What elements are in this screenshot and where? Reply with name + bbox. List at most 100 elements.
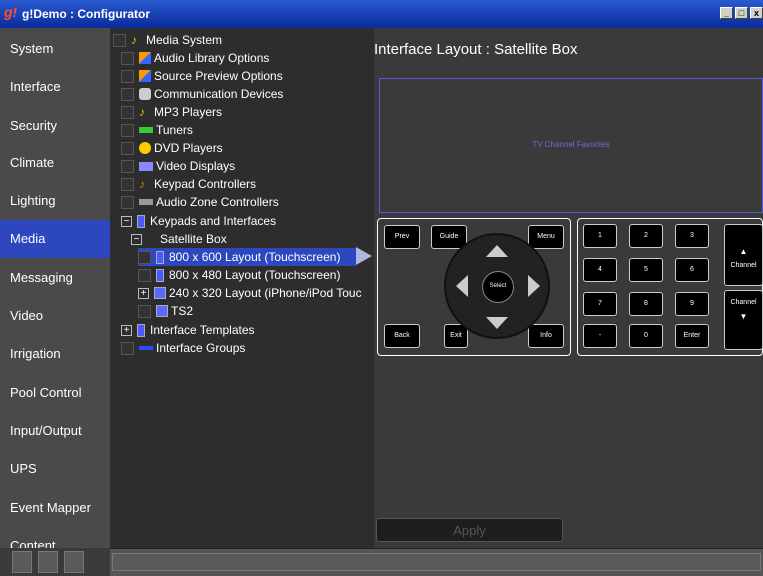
sidebar-item-interface[interactable]: Interface xyxy=(0,68,110,106)
checkbox[interactable] xyxy=(138,268,151,282)
tree-item-satellite-box[interactable]: − Satellite Box xyxy=(131,230,227,248)
sidebar-item-lighting[interactable]: Lighting xyxy=(0,182,110,220)
left-arrow-icon[interactable] xyxy=(456,275,468,297)
tree-item-800x480-layout[interactable]: 800 x 480 Layout (Touchscreen) xyxy=(138,266,340,284)
up-arrow-icon: ▲ xyxy=(739,247,748,256)
tree-item-dvd-players[interactable]: DVD Players xyxy=(121,139,223,157)
key-8[interactable]: 8 xyxy=(629,292,663,316)
checkbox[interactable] xyxy=(121,177,134,191)
tree-item-audio-zone-controllers[interactable]: Audio Zone Controllers xyxy=(121,193,279,211)
checkbox[interactable] xyxy=(121,341,134,355)
tree-item-800x600-layout[interactable]: 800 x 600 Layout (Touchscreen) xyxy=(138,248,356,266)
collapse-icon[interactable]: − xyxy=(131,233,142,245)
menu-button[interactable]: Menu xyxy=(528,225,564,249)
sidebar-item-ups[interactable]: UPS xyxy=(0,450,110,488)
tree-item-label: MP3 Players xyxy=(154,105,223,119)
app-logo-icon: g! xyxy=(4,4,18,20)
tree-item-keypads-and-interfaces[interactable]: − Keypads and Interfaces xyxy=(121,212,276,230)
sidebar-footer xyxy=(0,548,110,576)
tree-item-source-preview-options[interactable]: Source Preview Options xyxy=(121,67,283,85)
tree-item-keypad-controllers[interactable]: ♪ Keypad Controllers xyxy=(121,175,256,193)
tree-item-interface-groups[interactable]: Interface Groups xyxy=(121,339,245,357)
tv-channel-favorites-area[interactable]: TV Channel Favorites xyxy=(379,78,763,213)
music-note-icon: ♪ xyxy=(139,177,145,191)
checkbox[interactable] xyxy=(121,87,134,101)
page-title: Interface Layout : Satellite Box xyxy=(374,41,578,58)
sidebar-item-irrigation[interactable]: Irrigation xyxy=(0,335,110,373)
tree-item-label: Interface Templates xyxy=(150,323,255,337)
sidebar-item-media[interactable]: Media xyxy=(0,220,110,258)
tree-item-240x320-layout[interactable]: + 240 x 320 Layout (iPhone/iPod Touc xyxy=(138,284,362,302)
expand-icon[interactable]: + xyxy=(138,287,149,299)
tree-item-ts2[interactable]: TS2 xyxy=(138,302,193,320)
right-arrow-icon[interactable] xyxy=(528,275,540,297)
checkbox[interactable] xyxy=(121,195,134,209)
select-button[interactable]: Select xyxy=(482,271,514,303)
minimize-button[interactable]: _ xyxy=(720,7,733,19)
tree-item-media-system[interactable]: ♪ Media System xyxy=(113,31,222,49)
sidebar-item-system[interactable]: System xyxy=(0,30,110,68)
key-6[interactable]: 6 xyxy=(675,258,709,282)
key-3[interactable]: 3 xyxy=(675,224,709,248)
sidebar-item-event-mapper[interactable]: Event Mapper xyxy=(0,489,110,527)
checkbox[interactable] xyxy=(138,250,151,264)
apply-button[interactable]: Apply xyxy=(376,518,563,542)
key-7[interactable]: 7 xyxy=(583,292,617,316)
back-button[interactable]: Back xyxy=(384,324,420,348)
key-5[interactable]: 5 xyxy=(629,258,663,282)
sidebar-item-video[interactable]: Video xyxy=(0,297,110,335)
key-2[interactable]: 2 xyxy=(629,224,663,248)
tree-item-label: Interface Groups xyxy=(156,341,246,355)
sidebar-item-security[interactable]: Security xyxy=(0,107,110,145)
media-tree: ♪ Media System Audio Library Options Sou… xyxy=(110,28,374,548)
tree-item-tuners[interactable]: Tuners xyxy=(121,121,193,139)
prev-button[interactable]: Prev xyxy=(384,225,420,249)
enter-button[interactable]: Enter xyxy=(675,324,709,348)
tree-item-label: Source Preview Options xyxy=(154,69,283,83)
close-button[interactable]: x xyxy=(750,7,763,19)
key-9[interactable]: 9 xyxy=(675,292,709,316)
up-arrow-icon[interactable] xyxy=(486,245,508,257)
sidebar-item-climate[interactable]: Climate xyxy=(0,144,110,182)
key-4[interactable]: 4 xyxy=(583,258,617,282)
tree-item-mp3-players[interactable]: ♪ MP3 Players xyxy=(121,103,222,121)
checkbox[interactable] xyxy=(121,69,134,83)
collapse-icon[interactable]: − xyxy=(121,215,132,227)
template-icon xyxy=(137,323,145,337)
sidebar-item-pool-control[interactable]: Pool Control xyxy=(0,374,110,412)
channel-down-button[interactable]: Channel ▼ xyxy=(724,290,763,350)
sidebar-item-input-output[interactable]: Input/Output xyxy=(0,412,110,450)
tree-item-label: Video Displays xyxy=(156,159,236,173)
checkbox[interactable] xyxy=(121,123,134,137)
footer-panel xyxy=(38,551,58,573)
group-icon xyxy=(139,346,153,350)
maximize-button[interactable]: □ xyxy=(735,7,748,19)
tree-item-interface-templates[interactable]: + Interface Templates xyxy=(121,321,255,339)
sidebar-item-messaging[interactable]: Messaging xyxy=(0,259,110,297)
channel-up-button[interactable]: ▲ Channel xyxy=(724,224,763,286)
directional-pad: Select xyxy=(444,233,550,339)
key-1[interactable]: 1 xyxy=(583,224,617,248)
key-dash[interactable]: - xyxy=(583,324,617,348)
checkbox[interactable] xyxy=(121,141,134,155)
checkbox[interactable] xyxy=(121,159,134,173)
down-arrow-icon[interactable] xyxy=(486,317,508,329)
tree-item-video-displays[interactable]: Video Displays xyxy=(121,157,235,175)
checkbox[interactable] xyxy=(138,304,151,318)
tree-item-communication-devices[interactable]: Communication Devices xyxy=(121,85,283,103)
tree-item-label: 800 x 480 Layout (Touchscreen) xyxy=(169,268,341,282)
layout-icon xyxy=(156,268,164,282)
checkbox[interactable] xyxy=(121,51,134,65)
tree-item-audio-library-options[interactable]: Audio Library Options xyxy=(121,49,269,67)
checkbox[interactable] xyxy=(121,105,134,119)
checkbox[interactable] xyxy=(113,33,126,47)
tree-item-label: Media System xyxy=(146,33,223,47)
tree-item-label: 800 x 600 Layout (Touchscreen) xyxy=(169,250,341,264)
display-icon xyxy=(139,161,153,171)
channel-down-label: Channel xyxy=(730,299,757,306)
status-bar xyxy=(110,548,763,576)
key-0[interactable]: 0 xyxy=(629,324,663,348)
info-button[interactable]: Info xyxy=(528,324,564,348)
channel-up-label: Channel xyxy=(730,262,757,269)
expand-icon[interactable]: + xyxy=(121,324,132,336)
